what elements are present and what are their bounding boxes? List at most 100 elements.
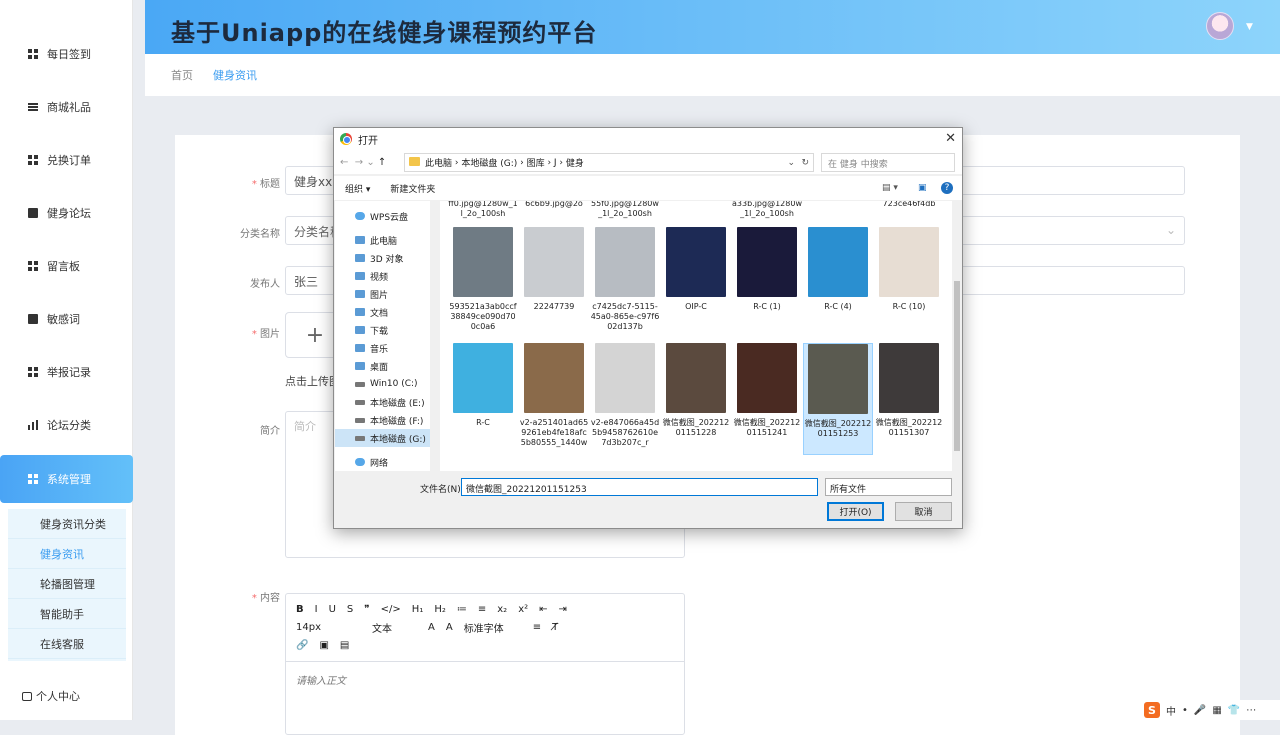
chevron-down-icon[interactable]: ⌄ [366,157,374,168]
sub-item-carousel[interactable]: 轮播图管理 [8,569,126,599]
filetype-select[interactable]: 所有文件 [825,478,952,496]
sidebar-item-7[interactable]: 论坛分类 [0,405,133,445]
chevron-down-icon[interactable]: ⌄ [787,158,795,168]
file-item-partial[interactable]: a33b.jpg@1280w_1l_2o_100sh [732,201,802,219]
tray-item-3-icon[interactable]: ▦ [1212,705,1221,716]
editor-tool-9-icon[interactable]: ≡ [478,604,486,615]
file-item-partial[interactable]: ff0.jpg@1280w_1l_2o_100sh [448,201,518,219]
font-size-select[interactable]: 14px [296,622,321,633]
crumb-1[interactable]: 本地磁盘 (G:) [461,156,517,169]
address-bar[interactable]: 此电脑 › 本地磁盘 (G:) › 图库 › J › 健身 ⌄ ↻ [404,153,814,172]
tray-item-2-icon[interactable]: 🎤 [1194,705,1206,716]
file-item[interactable]: 22247739 [519,227,589,339]
view-icon[interactable]: ▤ ▾ [882,183,898,193]
editor-tool-12-icon[interactable]: ⇤ [539,604,547,615]
new-folder-button[interactable]: 新建文件夹 [390,182,435,195]
filename-input[interactable]: 微信截图_20221201151253 [461,478,818,496]
editor-tool-4-icon[interactable]: ❞ [364,604,369,615]
file-item-partial[interactable]: 55f0.jpg@1280w_1l_2o_100sh [590,201,660,219]
sidebar-item-1[interactable]: 商城礼品 [0,87,133,127]
avatar[interactable] [1206,12,1234,40]
font-family-select[interactable]: 标准字体 [464,620,504,635]
help-icon[interactable]: ? [941,182,953,194]
nav-item[interactable]: 本地磁盘 (F:) [335,411,438,429]
sub-item-fitness-news[interactable]: 健身资讯 [8,539,126,569]
editor-body[interactable]: 请输入正文 [286,662,684,697]
editor-insert-2-icon[interactable]: ▤ [340,640,349,651]
file-item[interactable]: 微信截图_20221201151253 [803,343,873,455]
sub-item-assistant[interactable]: 智能助手 [8,599,126,629]
font-color-icon[interactable]: A [428,622,435,633]
back-icon[interactable]: ← [340,157,348,168]
search-input[interactable]: 在 健身 中搜索 [821,153,955,172]
file-item[interactable]: 593521a3ab0ccf38849ce090d700c0a6 [448,227,518,339]
nav-scrollbar[interactable] [430,201,438,471]
crumb-3[interactable]: J [554,158,557,168]
nav-item[interactable]: 此电脑 [335,231,438,249]
organize-button[interactable]: 组织 ▾ [345,182,370,195]
sidebar-item-0[interactable]: 每日签到 [0,34,133,74]
sub-item-customer-service[interactable]: 在线客服 [8,629,126,659]
editor-tool-5-icon[interactable]: </> [381,604,401,615]
crumb-2[interactable]: 图库 [527,156,545,169]
sidebar-item-4[interactable]: 留言板 [0,246,133,286]
file-item[interactable]: 微信截图_20221201151307 [874,343,944,455]
nav-item[interactable]: Win10 (C:) [335,375,438,393]
chevron-down-icon[interactable]: ▼ [1246,22,1253,32]
nav-item[interactable]: WPS云盘 [335,207,438,225]
nav-item[interactable]: 本地磁盘 (E:) [335,393,438,411]
refresh-icon[interactable]: ↻ [801,158,809,168]
nav-item[interactable]: 本地磁盘 (G:) [335,429,438,447]
close-icon[interactable]: ✕ [945,131,956,146]
sidebar-item-3[interactable]: 健身论坛 [0,193,133,233]
tray-item-4-icon[interactable]: 👕 [1228,705,1240,716]
nav-item[interactable]: 视频 [335,267,438,285]
text-style-select[interactable]: 文本 [372,620,392,635]
nav-item[interactable]: 图片 [335,285,438,303]
editor-tool-10-icon[interactable]: x₂ [497,604,507,615]
forward-icon[interactable]: → [355,157,363,168]
editor-tool-13-icon[interactable]: ⇥ [559,604,567,615]
tray-item-5-icon[interactable]: ⋯ [1246,705,1256,716]
cancel-button[interactable]: 取消 [895,502,952,521]
nav-item[interactable]: 桌面 [335,357,438,375]
file-item[interactable]: OIP-C [661,227,731,339]
bg-color-icon[interactable]: A [446,622,453,633]
editor-tool-2-icon[interactable]: U [329,604,336,615]
file-item[interactable]: v2-a251401ad659261eb4fe18afc5b80555_1440… [519,343,589,455]
file-scrollbar[interactable] [952,201,962,471]
clear-format-icon[interactable]: T̸ [552,622,558,633]
up-icon[interactable]: ↑ [378,157,386,168]
crumb-4[interactable]: 健身 [566,156,584,169]
editor-tool-7-icon[interactable]: H₂ [434,604,446,615]
file-item[interactable]: v2-e847066a45d5b9458762610e7d3b207c_r [590,343,660,455]
open-button[interactable]: 打开(O) [827,502,884,521]
scroll-thumb[interactable] [954,281,960,451]
file-item[interactable]: c7425dc7-5115-45a0-865e-c97f602d137b [590,227,660,339]
file-item[interactable]: 微信截图_20221201151241 [732,343,802,455]
tray-item-1-icon[interactable]: • [1182,705,1188,716]
editor-insert-1-icon[interactable]: ▣ [319,640,328,651]
user-center[interactable]: 个人中心 [22,688,80,704]
editor-tool-11-icon[interactable]: x² [518,604,528,615]
align-icon[interactable]: ≡ [533,622,541,633]
editor-tool-1-icon[interactable]: I [315,604,318,615]
sidebar-item-2[interactable]: 兑换订单 [0,140,133,180]
sogou-icon[interactable]: S [1144,702,1160,718]
sidebar-item-8[interactable]: 系统管理 [0,455,133,503]
preview-pane-icon[interactable]: ▣ [918,183,927,193]
sub-item-fitness-news-category[interactable]: 健身资讯分类 [8,509,126,539]
sidebar-item-6[interactable]: 举报记录 [0,352,133,392]
breadcrumb-home[interactable]: 首页 [171,67,193,83]
editor-tool-6-icon[interactable]: H₁ [412,604,424,615]
nav-item[interactable]: 3D 对象 [335,249,438,267]
nav-item[interactable]: 音乐 [335,339,438,357]
file-item-partial[interactable]: 723ce46f4db [874,201,944,209]
tray-item-0-icon[interactable]: 中 [1166,703,1176,718]
file-item[interactable]: R-C (10) [874,227,944,339]
crumb-0[interactable]: 此电脑 [425,156,452,169]
file-item-partial[interactable]: 6c6b9.jpg@2o [519,201,589,209]
editor-tool-3-icon[interactable]: S [347,604,353,615]
file-item[interactable]: R-C (1) [732,227,802,339]
file-item[interactable]: R-C (4) [803,227,873,339]
